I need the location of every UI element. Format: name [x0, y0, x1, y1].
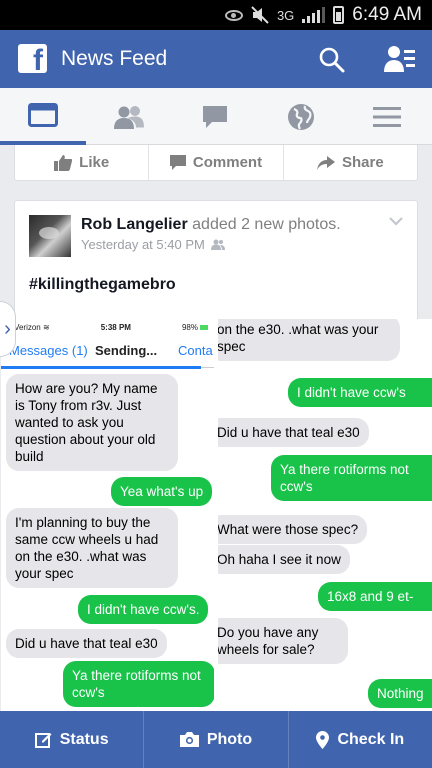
- thumbs-up-icon: [54, 154, 73, 171]
- post-text: #killingthegamebro: [29, 276, 176, 293]
- android-status-bar: 3G 6:49 AM: [0, 0, 432, 30]
- mute-icon: [251, 6, 269, 24]
- message-bubble: Ya there rotiforms not ccw's: [63, 661, 214, 707]
- sending-progress-bar: [1, 366, 201, 369]
- search-icon[interactable]: [318, 46, 346, 74]
- status-label: Status: [59, 730, 109, 748]
- screenshot-title: Sending...: [95, 343, 158, 358]
- comment-icon: [169, 155, 186, 170]
- post-action-text: added 2 new photos.: [192, 216, 341, 233]
- message-bubble: Did u have that teal e30: [218, 418, 369, 447]
- tab-more[interactable]: [344, 88, 430, 145]
- message-bubble: I'm planning to buy the same ccw wheels …: [6, 508, 178, 588]
- chevron-right-icon: ›: [4, 318, 11, 340]
- message-bubble: Do you have any wheels for sale?: [218, 618, 348, 664]
- network-type: 3G: [276, 7, 295, 23]
- tab-messages[interactable]: [172, 88, 258, 145]
- tab-news-feed[interactable]: [0, 88, 86, 145]
- message-bubble: 16x8 and 9 et-: [318, 582, 432, 611]
- hamburger-menu-icon: [373, 106, 401, 127]
- message-bubble: Ya there rotiforms not ccw's: [271, 455, 432, 501]
- post-timestamp[interactable]: Yesterday at 5:40 PM: [81, 237, 205, 252]
- comment-label: Comment: [192, 154, 263, 171]
- screenshot-back-link: Messages (1): [9, 343, 88, 358]
- message-bubble: I didn't have ccw's.: [78, 595, 209, 624]
- clock: 6:49 AM: [352, 4, 422, 25]
- screenshot-battery: 98%: [182, 323, 208, 332]
- app-header: f News Feed: [0, 30, 432, 88]
- avatar[interactable]: [29, 215, 71, 257]
- expand-side-tab[interactable]: ›: [0, 301, 16, 357]
- news-feed[interactable]: Like Comment Share Rob Langelier added 2…: [0, 145, 432, 711]
- status-icons: 3G 6:49 AM: [224, 0, 422, 30]
- composer-bar: Status Photo Check In: [0, 711, 432, 768]
- like-label: Like: [79, 154, 110, 171]
- page-title: News Feed: [61, 47, 168, 70]
- message-bubble: How are you? My name is Tony from r3v. J…: [6, 374, 178, 471]
- news-feed-icon: [28, 102, 58, 127]
- photo-button[interactable]: Photo: [144, 711, 289, 768]
- post-header-text: Rob Langelier added 2 new photos.: [81, 216, 341, 234]
- friends-icon: [114, 105, 144, 129]
- friends-list-icon[interactable]: [382, 44, 416, 74]
- tab-bar: [0, 88, 432, 145]
- message-bubble: Oh haha I see it now: [218, 545, 350, 574]
- check-in-button[interactable]: Check In: [289, 711, 432, 768]
- screenshot-nav-bar: Messages (1) Sending... Conta: [1, 336, 214, 368]
- signal-icon: [302, 7, 326, 23]
- edit-icon: [34, 733, 52, 748]
- post-meta: Yesterday at 5:40 PM: [81, 237, 225, 252]
- screenshot-contact-link: Conta: [178, 343, 213, 358]
- message-bubble: Nothing: [368, 679, 432, 708]
- like-button[interactable]: Like: [15, 145, 150, 180]
- photo-1[interactable]: ◦ Verizon ≋ 5:38 PM 98% Messages (1) Sen…: [1, 319, 214, 711]
- facebook-logo-icon[interactable]: f: [18, 44, 47, 73]
- message-bubble: What were those spec?: [218, 515, 368, 544]
- location-pin-icon: [316, 730, 330, 749]
- friends-privacy-icon: [210, 239, 225, 250]
- message-bubble: Yea what's up: [111, 477, 213, 506]
- comment-button[interactable]: Comment: [149, 145, 284, 180]
- screenshot-time: 5:38 PM: [100, 322, 131, 332]
- photo-2[interactable]: on the e30. .what was your spec I didn't…: [218, 319, 432, 711]
- eye-icon: [224, 9, 243, 21]
- author-name[interactable]: Rob Langelier: [81, 216, 188, 233]
- tab-notifications[interactable]: [258, 88, 344, 145]
- status-button[interactable]: Status: [0, 711, 145, 768]
- tab-friend-requests[interactable]: [86, 88, 172, 145]
- chevron-down-icon[interactable]: [389, 217, 403, 226]
- share-label: Share: [341, 154, 384, 171]
- share-arrow-icon: [316, 155, 335, 170]
- photo-label: Photo: [206, 730, 253, 748]
- chat-bubble-icon: [203, 105, 227, 128]
- message-bubble: I didn't have ccw's: [288, 378, 432, 407]
- message-bubble: Did u have that teal e30: [6, 629, 167, 658]
- photo-grid: ◦ Verizon ≋ 5:38 PM 98% Messages (1) Sen…: [1, 319, 432, 711]
- feed-post: Rob Langelier added 2 new photos. Yester…: [1, 200, 432, 711]
- globe-icon: [288, 103, 314, 130]
- share-button[interactable]: Share: [284, 145, 417, 180]
- message-bubble: on the e30. .what was your spec: [218, 319, 400, 361]
- previous-post-actions: Like Comment Share: [14, 145, 418, 181]
- screenshot-status-bar: ◦ Verizon ≋ 5:38 PM 98%: [1, 319, 214, 335]
- check-in-label: Check In: [337, 730, 405, 748]
- camera-icon: [179, 732, 199, 747]
- battery-icon: [333, 6, 345, 24]
